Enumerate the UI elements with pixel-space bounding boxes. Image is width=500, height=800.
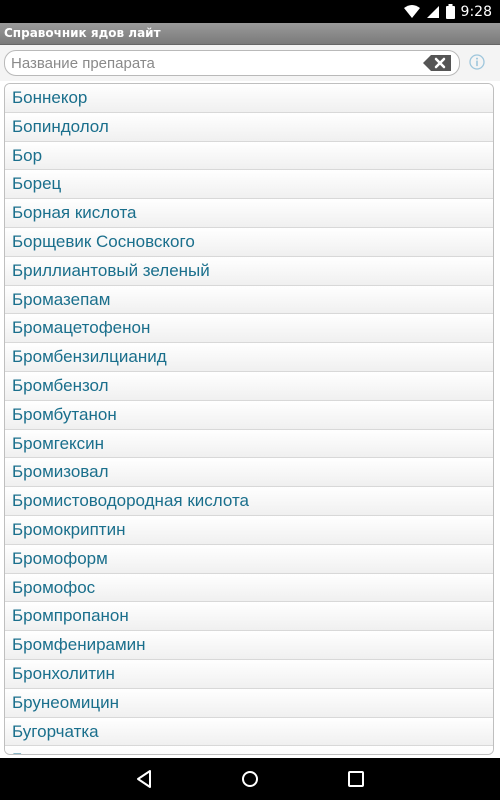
recents-icon[interactable] xyxy=(344,767,368,791)
list-item[interactable]: Бромоформ xyxy=(5,544,493,574)
list-item[interactable]: Борная кислота xyxy=(5,199,493,228)
status-bar: 9:28 xyxy=(0,0,500,23)
list-item[interactable]: Бопиндолол xyxy=(5,112,493,142)
list-item[interactable]: Бромизовал xyxy=(5,458,493,488)
drug-list: Боннекор Бопиндолол Бор Борец Борная кислота… xyxy=(4,83,494,755)
search-input[interactable] xyxy=(11,53,411,73)
list-item[interactable]: Боннекор xyxy=(5,84,493,113)
list-item[interactable]: Борец xyxy=(5,170,493,200)
list-item[interactable]: Бромпропанон xyxy=(5,602,493,632)
clear-icon[interactable] xyxy=(423,55,451,71)
battery-icon xyxy=(445,4,455,19)
list-item[interactable]: Бромфенирамин xyxy=(5,631,493,660)
list-item[interactable]: Бромазепам xyxy=(5,285,493,315)
list-item[interactable]: Бромофос xyxy=(5,573,493,603)
list-item[interactable]: Бромбензилцианид xyxy=(5,343,493,372)
search-box xyxy=(4,50,460,76)
list-item[interactable]: Бутамидалловое xyxy=(5,746,493,754)
navigation-bar xyxy=(0,758,500,800)
list-item[interactable]: Бриллиантовый зеленый xyxy=(5,256,493,286)
app-title: Справочник ядов лайт xyxy=(4,26,161,40)
signal-icon xyxy=(426,5,439,18)
app-title-bar: Справочник ядов лайт xyxy=(0,23,500,45)
list-item[interactable]: Бугорчатка xyxy=(5,717,493,747)
home-icon[interactable] xyxy=(238,767,262,791)
list-item[interactable]: Бронхолитин xyxy=(5,659,493,689)
list-item[interactable]: Бромокриптин xyxy=(5,515,493,545)
back-icon[interactable] xyxy=(132,767,156,791)
search-row xyxy=(0,45,500,81)
info-icon[interactable] xyxy=(469,54,485,70)
list-item[interactable]: Бор xyxy=(5,141,493,171)
list-item[interactable]: Борщевик Сосновского xyxy=(5,227,493,257)
list-item[interactable]: Бромгексин xyxy=(5,429,493,459)
list-item[interactable]: Брунеомицин xyxy=(5,688,493,718)
list-item[interactable]: Бромбутанон xyxy=(5,400,493,430)
wifi-icon xyxy=(403,4,420,18)
list-item[interactable]: Бромацетофенон xyxy=(5,314,493,344)
list-item[interactable]: Бромбензол xyxy=(5,371,493,401)
status-time: 9:28 xyxy=(460,3,492,20)
list-item[interactable]: Бромистоводородная кислота xyxy=(5,487,493,516)
